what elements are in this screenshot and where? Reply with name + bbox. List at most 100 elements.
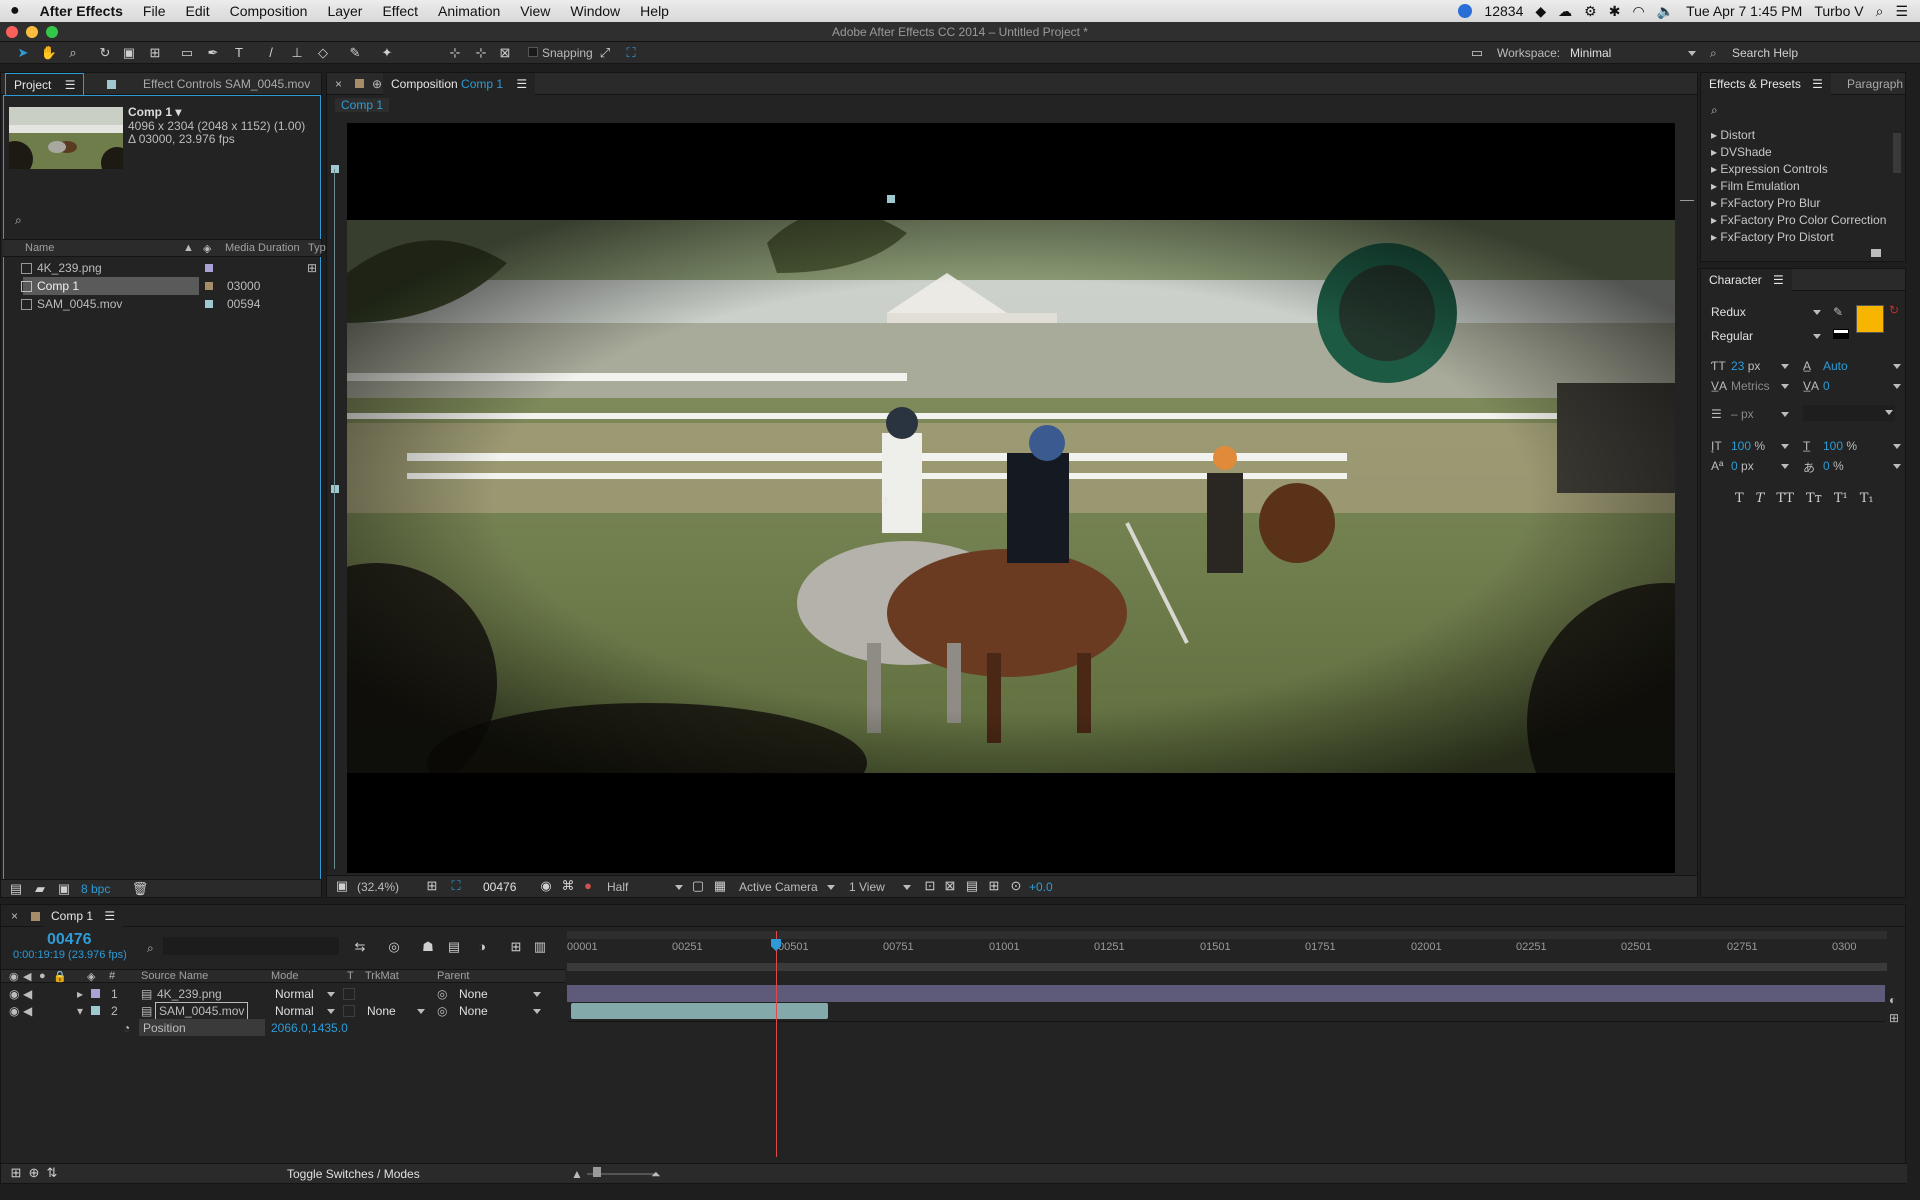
chevron-down-icon[interactable] [1893, 384, 1901, 389]
column-mode[interactable]: Mode [271, 970, 299, 982]
pickwhip-icon[interactable]: ◎ [437, 1004, 447, 1018]
expand-arrow-icon[interactable]: ▸ [77, 987, 83, 1001]
faux-bold-button[interactable]: T [1735, 491, 1744, 506]
property-name[interactable]: Position [139, 1019, 265, 1036]
exposure-value[interactable]: +0.0 [1029, 880, 1053, 894]
column-t[interactable]: T [347, 970, 354, 982]
small-caps-button[interactable]: Tт [1806, 491, 1822, 506]
column-parent[interactable]: Parent [437, 970, 469, 982]
lock-icon[interactable]: ⊕ [372, 77, 382, 91]
effect-category[interactable]: ▸ FxFactory Pro Color Correction [1711, 212, 1886, 229]
eye-icon[interactable]: ◉ [9, 987, 19, 1001]
layer-bar[interactable] [567, 985, 1885, 1002]
column-trkmat[interactable]: TrkMat [365, 970, 399, 982]
vertical-scale-value[interactable]: 100 % [1731, 439, 1765, 453]
trash-icon[interactable]: 🗑 [131, 881, 149, 897]
hand-tool-icon[interactable]: ✋ [40, 45, 58, 61]
trkmat-dropdown[interactable]: None [367, 1004, 425, 1018]
motion-blur-icon[interactable]: ◑ [473, 939, 491, 955]
layer-name[interactable]: 4K_239.png [157, 987, 222, 1001]
toggle-modes-icon[interactable]: ⊕ [25, 1165, 43, 1181]
menu-window[interactable]: Window [560, 3, 630, 19]
draft-3d-icon[interactable]: ◎ [385, 939, 403, 955]
layer-bar[interactable] [571, 1003, 828, 1019]
comp-canvas[interactable]: ⌖ [347, 123, 1675, 873]
zoom-in-icon[interactable]: ⏶ [651, 1167, 661, 1182]
toggle-in-out-icon[interactable]: ⇅ [43, 1165, 61, 1181]
preserve-transparency-checkbox[interactable] [343, 1005, 355, 1017]
effects-search-input[interactable] [1727, 101, 1897, 117]
toggle-switches-modes-button[interactable]: Toggle Switches / Modes [287, 1167, 420, 1181]
zoom-icon[interactable]: ◐ [1889, 993, 1896, 1007]
pickwhip-icon[interactable]: ◎ [437, 987, 447, 1001]
chevron-down-icon[interactable] [1893, 464, 1901, 469]
stroke-style-dropdown[interactable] [1803, 405, 1895, 421]
axis-view-icon[interactable]: ⊠ [496, 45, 514, 61]
tab-paragraph[interactable]: Paragraph [1839, 73, 1911, 95]
effect-category[interactable]: ▸ Film Emulation [1711, 178, 1800, 195]
chevron-down-icon[interactable] [1781, 364, 1789, 369]
new-bin-icon[interactable] [1871, 249, 1881, 257]
fast-previews-icon[interactable]: ⊠ [941, 878, 959, 894]
column-type[interactable]: Typ [308, 242, 326, 254]
layer-label-swatch[interactable] [91, 989, 100, 998]
region-of-interest-icon[interactable]: ▢ [689, 878, 707, 894]
camera-dropdown[interactable]: Active Camera [739, 880, 835, 894]
brainstorm-icon[interactable]: ⊞ [507, 939, 525, 955]
new-folder-icon[interactable]: ▰ [31, 881, 49, 897]
brush-tool-icon[interactable]: / [262, 45, 280, 61]
always-preview-icon[interactable]: ▣ [333, 878, 351, 894]
font-style-dropdown[interactable]: Regular [1711, 329, 1821, 343]
property-value[interactable]: 2066.0,1435.0 [271, 1021, 348, 1035]
snapping-checkbox[interactable] [528, 47, 538, 57]
menu-help[interactable]: Help [630, 3, 679, 19]
fill-color-swatch[interactable] [1856, 305, 1884, 333]
chevron-down-icon[interactable] [1893, 444, 1901, 449]
eye-icon[interactable]: ◉ [9, 1004, 19, 1018]
close-icon[interactable]: × [11, 909, 18, 923]
parent-dropdown[interactable]: None [459, 1004, 541, 1018]
menu-composition[interactable]: Composition [220, 3, 318, 19]
stroke-width-value[interactable]: – px [1731, 407, 1754, 421]
status-badge-icon[interactable] [1458, 4, 1473, 18]
layer-row[interactable]: ◉ ◀ ▸ 1 ▤ 4K_239.png Normal ◎ None [1, 985, 565, 1002]
layer-mode-dropdown[interactable]: Normal [275, 1004, 335, 1018]
effect-category[interactable]: ▸ FxFactory Pro Blur [1711, 195, 1820, 212]
baseline-shift-value[interactable]: 0 px [1731, 459, 1754, 473]
subscript-button[interactable]: T₁ [1860, 491, 1874, 506]
font-family-dropdown[interactable]: Redux [1711, 305, 1821, 319]
pan-behind-tool-icon[interactable]: ⊞ [146, 45, 164, 61]
project-item[interactable]: 4K_239.png ⊞ [5, 259, 317, 277]
timeline-current-time[interactable]: 00476 [47, 931, 92, 949]
effect-category[interactable]: ▸ DVShade [1711, 144, 1772, 161]
menu-animation[interactable]: Animation [428, 3, 510, 19]
parent-dropdown[interactable]: None [459, 987, 541, 1001]
flowchart-icon[interactable]: ⊞ [985, 878, 1003, 894]
camera-tool-icon[interactable]: ▣ [120, 45, 138, 61]
frame-blending-icon[interactable]: ▤ [445, 939, 463, 955]
flowchart-icon[interactable]: ⊞ [307, 259, 317, 277]
chevron-down-icon[interactable] [1893, 364, 1901, 369]
property-row[interactable]: ◔ Position 2066.0,1435.0 [1, 1019, 565, 1036]
work-area-bar[interactable] [567, 931, 1887, 939]
chevron-down-icon[interactable] [1781, 384, 1789, 389]
all-caps-button[interactable]: TT [1776, 491, 1794, 506]
stopwatch-icon[interactable]: ◔ [123, 1021, 130, 1035]
current-time-display[interactable]: 00476 [483, 880, 516, 894]
project-item[interactable]: SAM_0045.mov 00594 [5, 295, 317, 313]
selection-tool-icon[interactable]: ➤ [14, 45, 32, 61]
project-item[interactable]: Comp 1 03000 [5, 277, 317, 295]
audio-icon[interactable]: ◀ [23, 987, 32, 1001]
comp-mini-flowchart-icon[interactable]: ⇆ [351, 939, 369, 955]
time-ruler[interactable]: 00001 00251 00501 00751 01001 01251 01501 01751… [567, 941, 1887, 961]
font-size-value[interactable]: 23 px [1731, 359, 1760, 373]
app-menu[interactable]: After Effects [30, 3, 133, 19]
magnification-dropdown[interactable]: (32.4%) [357, 880, 399, 894]
leading-value[interactable]: Auto [1823, 359, 1848, 373]
superscript-button[interactable]: T¹ [1834, 491, 1848, 506]
tab-timeline-comp[interactable]: Comp 1 ☰ [43, 905, 124, 927]
search-help-input[interactable]: Search Help [1732, 46, 1798, 60]
eyedropper-icon[interactable]: ✎ [1833, 305, 1843, 319]
column-name[interactable]: Name [25, 242, 54, 254]
layer-bounds-handle[interactable] [331, 485, 339, 493]
